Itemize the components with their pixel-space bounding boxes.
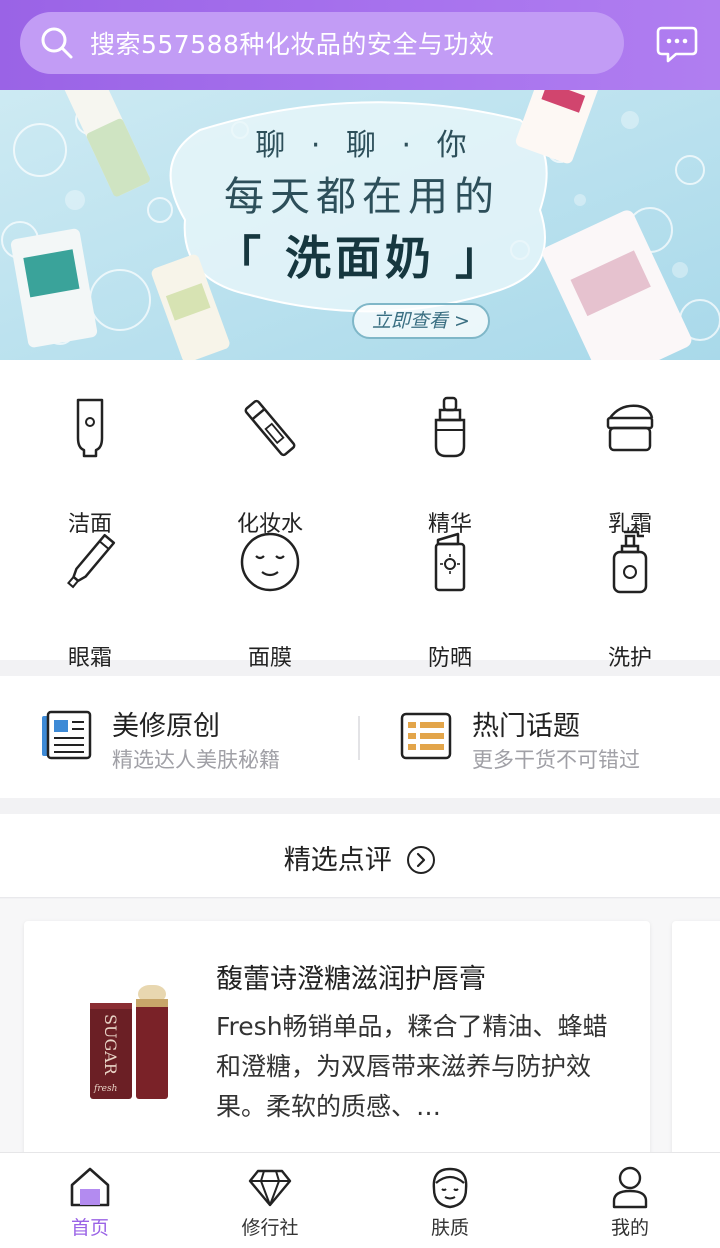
tab-community[interactable]: 修行社 [180,1153,360,1248]
tab-label: 肤质 [430,1217,469,1239]
diamond-icon [248,1169,292,1207]
review-description: Fresh畅销单品，糅合了精油、蜂蜡和澄糖，为双唇带来滋养与防护效果。柔软的质感… [216,1012,608,1121]
cream-jar-icon [606,404,654,452]
feature-subtitle: 精选达人美肤秘籍 [112,748,280,772]
tab-label: 我的 [610,1217,649,1239]
serum-dropper-icon [434,396,466,458]
promo-banner[interactable]: 聊 · 聊 · 你 每天都在用的 「 洗面奶 」 立即查看 > [0,90,720,360]
category-grid: 洁面 化妆水 精华 乳霜 眼霜 面膜 防晒 洗护 [0,360,720,671]
category-bath-care[interactable]: 洗护 [540,530,720,671]
tab-label: 首页 [70,1217,109,1239]
tab-home[interactable]: 首页 [0,1153,180,1248]
category-face-mask[interactable]: 面膜 [180,530,360,671]
review-card[interactable]: SUGAR fresh 馥蕾诗澄糖滋润护唇膏 Fresh畅销单品，糅合了精油、蜂… [24,921,650,1171]
section-header: 精选点评 [0,814,720,898]
toner-bottle-icon [244,399,296,457]
category-toner[interactable]: 化妆水 [180,396,360,537]
feature-title: 热门话题 [472,711,580,742]
category-label: 防晒 [427,646,472,671]
tab-label: 修行社 [241,1217,299,1239]
next-review-card[interactable] [672,921,720,1171]
chevron-right-circle-icon [407,845,436,874]
category-cream[interactable]: 乳霜 [540,396,720,537]
user-icon [612,1166,648,1209]
face-mask-icon [240,532,300,592]
category-label: 眼霜 [67,646,112,671]
category-label: 面膜 [247,646,292,671]
top-header: 搜索557588种化妆品的安全与功效 [0,0,720,90]
category-eye-cream[interactable]: 眼霜 [0,530,180,671]
feature-subtitle: 更多干货不可错过 [472,748,640,772]
cleanser-tube-icon [76,398,104,458]
review-carousel: SUGAR fresh 馥蕾诗澄糖滋润护唇膏 Fresh畅销单品，糅合了精油、蜂… [0,899,720,1171]
search-placeholder: 搜索557588种化妆品的安全与功效 [90,30,495,59]
bottom-tab-bar: 首页 修行社 肤质 我的 [0,1152,720,1248]
review-title: 馥蕾诗澄糖滋润护唇膏 [216,964,486,995]
lip-balm-product-image: SUGAR fresh [90,985,168,1099]
feature-links: 美修原创 精选达人美肤秘籍 热门话题 更多干货不可错过 [0,676,720,798]
svg-text:SUGAR: SUGAR [101,1014,120,1076]
eye-cream-tube-icon [67,533,116,589]
category-cleanser[interactable]: 洁面 [0,396,180,537]
category-serum[interactable]: 精华 [360,396,540,537]
sunscreen-bottle-icon [434,532,466,592]
banner-line-3: 「 洗面奶 」 [214,231,506,285]
svg-text:fresh: fresh [93,1084,117,1094]
feature-hot-topics[interactable]: 热门话题 更多干货不可错过 [360,676,720,798]
pump-bottle-icon [612,530,648,594]
category-label: 洗护 [607,646,652,671]
message-icon[interactable] [656,24,698,64]
newspaper-icon [42,710,92,760]
search-bar[interactable]: 搜索557588种化妆品的安全与功效 [20,12,624,74]
banner-line-2: 每天都在用的 [224,174,500,220]
tab-profile[interactable]: 我的 [540,1153,720,1248]
section-title: 精选点评 [283,845,392,876]
featured-reviews-link[interactable]: 精选点评 [284,838,437,877]
home-icon [70,1167,110,1207]
banner-view-button[interactable]: 立即查看 > [352,303,490,339]
feature-title: 美修原创 [112,711,220,742]
feature-original[interactable]: 美修原创 精选达人美肤秘籍 [0,676,360,798]
search-icon [41,27,73,59]
tab-skin-type[interactable]: 肤质 [360,1153,540,1248]
banner-line-1: 聊 · 聊 · 你 [255,128,475,163]
topic-list-icon [400,712,452,760]
app-root: 搜索557588种化妆品的安全与功效 聊 · 聊 · 你 每天都在用的 「 洗面… [0,0,720,1248]
face-icon [432,1167,468,1209]
category-sunscreen[interactable]: 防晒 [360,530,540,671]
